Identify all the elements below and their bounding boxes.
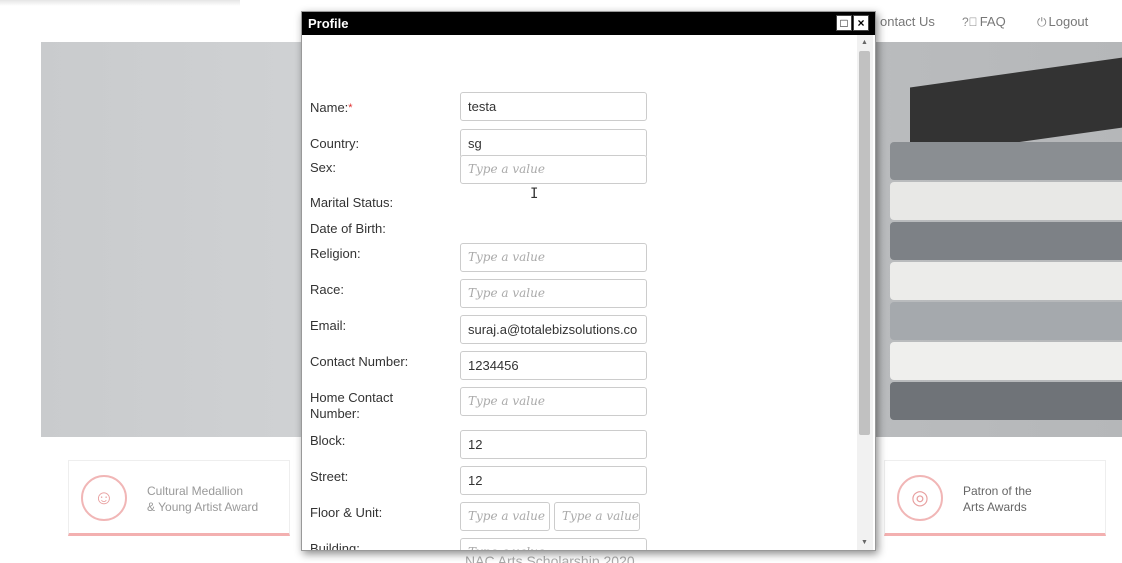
home-contact-number-label: Home Contact Number: — [310, 390, 450, 422]
building-label: Building: — [310, 541, 360, 550]
footer-heading: NAC Arts Scholarship 2020 — [465, 553, 635, 563]
contact-number-input[interactable]: 1234456 — [460, 351, 647, 380]
email-label: Email: — [310, 318, 347, 333]
tab-shadow — [0, 0, 240, 6]
medal-logo-icon: ◎ — [897, 475, 943, 521]
award-card-line2: Arts Awards — [963, 500, 1027, 514]
text-cursor-icon: I — [530, 186, 539, 202]
profile-dialog: Profile □ × Name:* testa Country: sg Sex… — [301, 11, 876, 551]
marital-status-label: Marital Status: — [310, 195, 394, 210]
profile-form: Name:* testa Country: sg Sex: Type a val… — [302, 35, 857, 550]
award-card-patron-of-arts[interactable]: ◎ Patron of the Arts Awards — [884, 460, 1106, 536]
close-button[interactable]: × — [853, 15, 869, 31]
religion-label: Religion: — [310, 246, 361, 261]
contact-number-label: Contact Number: — [310, 354, 409, 369]
nav-logout-link[interactable]: ⏻ Logout — [1037, 14, 1088, 30]
maximize-button[interactable]: □ — [836, 15, 852, 31]
award-card-line1: Patron of the — [963, 484, 1032, 498]
scrollbar-thumb[interactable] — [859, 51, 870, 435]
award-card-line1: Cultural Medallion — [147, 484, 244, 498]
nav-faq-label: FAQ — [979, 14, 1006, 29]
street-label: Street: — [310, 469, 349, 484]
sex-label: Sex: — [310, 160, 337, 175]
religion-input[interactable]: Type a value — [460, 243, 647, 272]
race-input[interactable]: Type a value — [460, 279, 647, 308]
race-label: Race: — [310, 282, 344, 297]
home-contact-number-input[interactable]: Type a value — [460, 387, 647, 416]
dancer-logo-icon: ☺ — [81, 475, 127, 521]
street-input[interactable]: 12 — [460, 466, 647, 495]
scroll-up-arrow-icon[interactable]: ▲ — [861, 39, 868, 46]
name-label: Name:* — [310, 100, 450, 116]
sex-input[interactable]: Type a value — [460, 155, 647, 184]
home-contact-label-line2: Number: — [310, 406, 360, 421]
name-label-text: Name: — [310, 100, 349, 115]
nav-logout-label: Logout — [1048, 14, 1089, 29]
nav-contact-us-link[interactable]: ontact Us — [880, 14, 935, 29]
dialog-title: Profile — [308, 16, 349, 31]
award-card-label: Cultural Medallion & Young Artist Award — [147, 483, 258, 515]
home-contact-label-line1: Home Contact — [310, 390, 394, 405]
name-input[interactable]: testa — [460, 92, 647, 121]
floor-input[interactable]: Type a value — [460, 502, 550, 531]
award-card-label: Patron of the Arts Awards — [963, 483, 1032, 515]
award-card-cultural-medallion[interactable]: ☺ Cultural Medallion & Young Artist Awar… — [68, 460, 290, 536]
email-input[interactable]: suraj.a@totalebizsolutions.co — [460, 315, 647, 344]
block-input[interactable]: 12 — [460, 430, 647, 459]
scroll-down-arrow-icon[interactable]: ▼ — [861, 539, 868, 546]
power-icon: ⏻ — [1037, 15, 1047, 29]
building-input[interactable]: Type a value — [460, 538, 647, 550]
question-circle-icon: ?⃝ — [962, 15, 978, 29]
date-of-birth-label: Date of Birth: — [310, 221, 386, 236]
dialog-title-bar: Profile — [302, 12, 875, 35]
country-label: Country: — [310, 136, 360, 151]
award-card-line2: & Young Artist Award — [147, 500, 259, 514]
floor-unit-label: Floor & Unit: — [310, 505, 383, 520]
required-asterisk: * — [348, 102, 353, 114]
books-graduation-image — [870, 42, 1122, 437]
country-input[interactable]: sg — [460, 129, 647, 158]
unit-input[interactable]: Type a value — [554, 502, 640, 531]
block-label: Block: — [310, 433, 346, 448]
nav-faq-link[interactable]: ?⃝ FAQ — [962, 14, 1006, 29]
dialog-scrollbar[interactable]: ▲ ▼ — [857, 35, 873, 550]
